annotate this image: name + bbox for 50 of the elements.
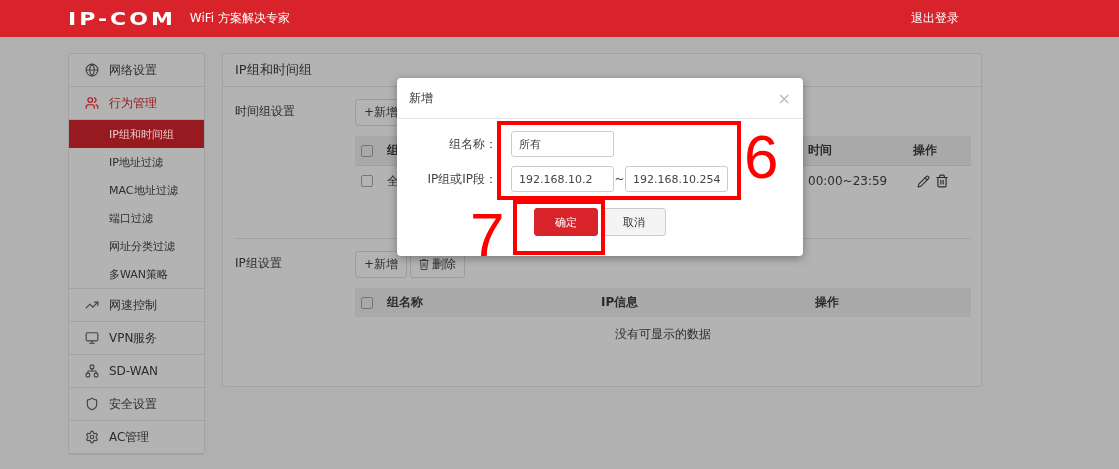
column-header: 组名称 xyxy=(387,294,424,311)
field-label: IP组或IP段： xyxy=(426,170,497,188)
column-header: 操作 xyxy=(815,294,840,311)
gear-icon xyxy=(85,430,99,444)
checkbox[interactable] xyxy=(361,296,373,309)
checkbox[interactable] xyxy=(361,175,373,187)
logout-link[interactable]: 退出登录 xyxy=(911,10,959,27)
table-cell-text: 00:00~23:59 xyxy=(808,174,889,188)
section-label: 时间组设置 xyxy=(235,103,296,120)
section-label: IP组设置 xyxy=(235,255,283,272)
input-field[interactable]: 192.168.10.2 xyxy=(511,166,614,192)
people-icon xyxy=(85,96,99,110)
globe-icon xyxy=(85,63,99,77)
cancel-button[interactable]: 取消 xyxy=(602,208,666,236)
column-header: 时间 xyxy=(808,142,833,159)
step-number: 6 xyxy=(744,126,779,188)
confirm-button[interactable]: 确定 xyxy=(534,208,598,236)
edit-icon[interactable] xyxy=(917,174,930,188)
checkbox[interactable] xyxy=(361,144,373,157)
submenu-item[interactable]: IP地址过滤 xyxy=(69,148,204,176)
logo: IP-COM xyxy=(68,8,176,29)
sidebar-item[interactable]: VPN服务 xyxy=(69,322,204,355)
column-header: IP信息 xyxy=(601,294,640,311)
submenu-item[interactable]: 多WAN策略 xyxy=(69,260,204,288)
submenu-item[interactable]: IP组和时间组 xyxy=(69,120,204,148)
step-number: 7 xyxy=(470,204,505,266)
submenu-item[interactable]: 端口过滤 xyxy=(69,204,204,232)
trash-icon xyxy=(419,259,430,270)
input-field[interactable]: 所有 xyxy=(511,131,614,157)
empty-message: 没有可显示的数据 xyxy=(615,327,711,341)
table-cell-text: 全 xyxy=(387,172,400,190)
range-separator: ~ xyxy=(614,172,625,186)
sidebar-item[interactable]: SD-WAN xyxy=(69,355,204,388)
submenu-item[interactable]: MAC地址过滤 xyxy=(69,176,204,204)
trash-icon[interactable] xyxy=(935,174,949,188)
shield-icon xyxy=(85,397,99,411)
monitor-icon xyxy=(85,331,99,345)
column-header: 操作 xyxy=(913,142,938,159)
submenu-item[interactable]: 网址分类过滤 xyxy=(69,232,204,260)
sidebar-item[interactable]: AC管理 xyxy=(69,421,204,454)
input-field[interactable]: 192.168.10.254 xyxy=(625,166,728,192)
sidebar-item[interactable]: 网速控制 xyxy=(69,289,204,322)
field-label: 组名称： xyxy=(448,135,497,153)
tagline: WiFi 方案解决专家 xyxy=(189,10,290,27)
dialog-title: 新增 xyxy=(409,89,433,107)
sidebar-item[interactable]: 安全设置 xyxy=(69,388,204,421)
network-icon xyxy=(85,364,99,378)
sidebar-item[interactable]: 网络设置 xyxy=(69,54,204,87)
column-header: 组 xyxy=(387,142,400,159)
add-button[interactable]: +新增 xyxy=(355,251,408,278)
